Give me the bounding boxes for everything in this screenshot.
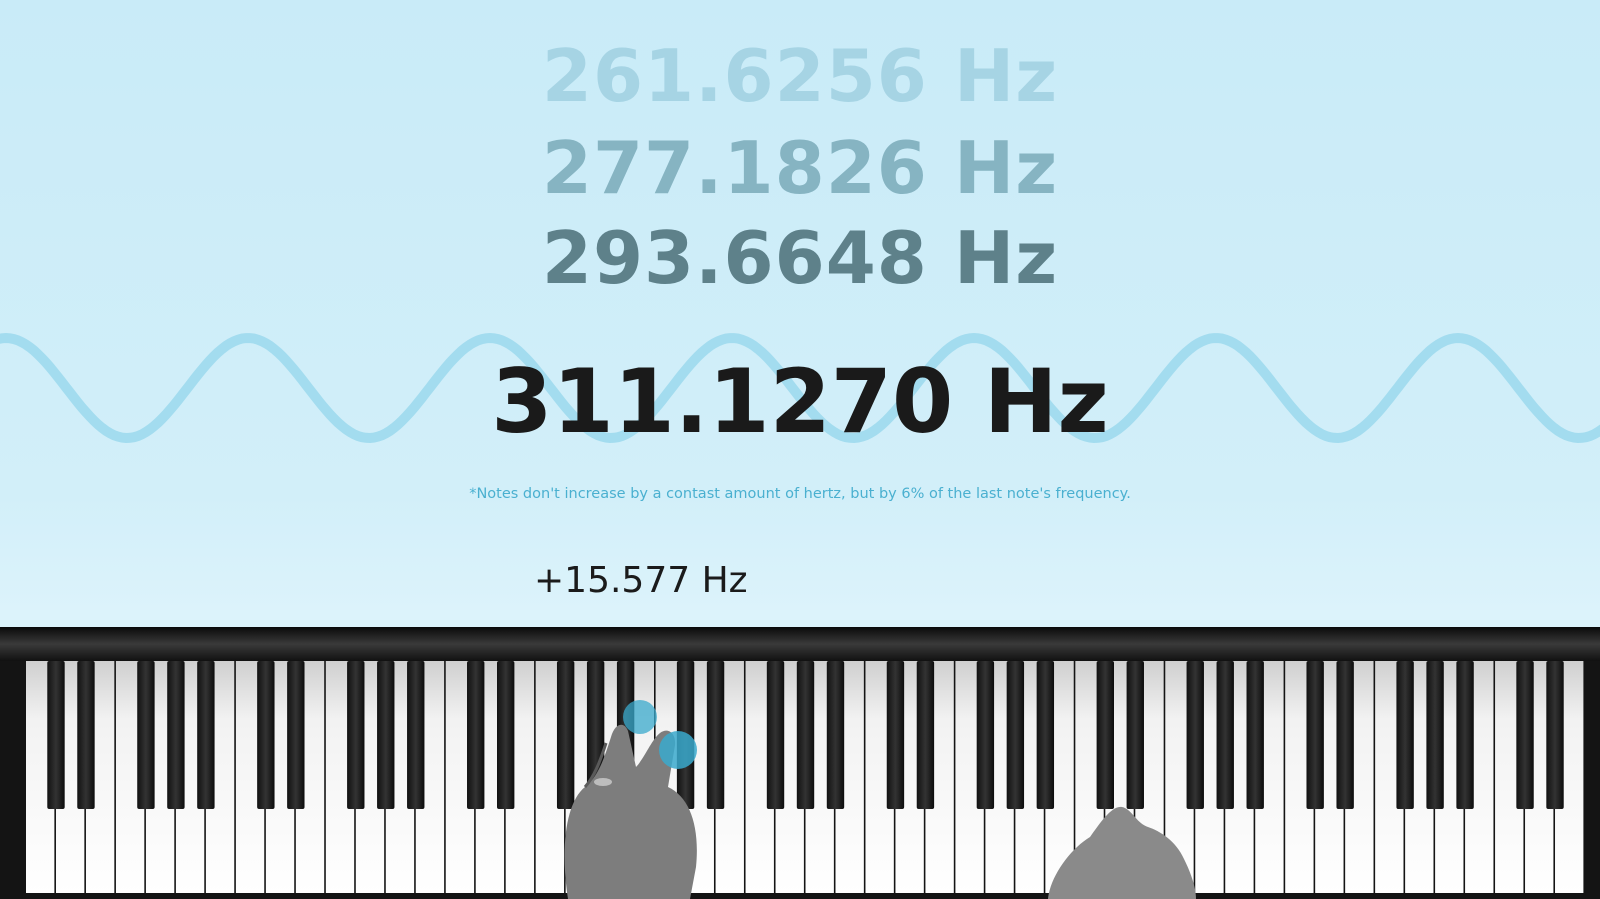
frequency-csharp4: 277.1826 Hz: [541, 126, 1059, 210]
black-key: [1036, 661, 1055, 809]
black-key: [1546, 661, 1564, 809]
frequency-increment: +15.577 Hz: [534, 560, 748, 601]
black-key: [1516, 661, 1534, 809]
black-key: [1396, 661, 1414, 809]
current-frequency: 311.1270 Hz: [491, 350, 1109, 453]
piano-keyboard-image: [0, 627, 1600, 899]
black-key: [976, 661, 995, 809]
black-key: [1306, 661, 1324, 809]
black-key: [497, 661, 515, 809]
black-key: [1126, 661, 1144, 809]
black-key: [1246, 661, 1264, 809]
black-key: [467, 661, 485, 809]
black-key: [47, 661, 65, 809]
footnote: *Notes don't increase by a contast amoun…: [469, 486, 1131, 502]
black-key: [287, 661, 305, 809]
black-key: [257, 661, 275, 809]
black-key: [167, 661, 185, 809]
black-key: [1336, 661, 1354, 809]
black-key: [1456, 661, 1474, 809]
frequency-c4: 261.6256 Hz: [541, 34, 1059, 118]
black-key: [1006, 661, 1025, 809]
black-key: [556, 661, 575, 809]
black-key: [1186, 661, 1204, 809]
black-key: [197, 661, 215, 809]
black-key: [886, 661, 905, 809]
black-key: [407, 661, 425, 809]
frequency-d4: 293.6648 Hz: [541, 216, 1059, 300]
black-key: [377, 661, 395, 809]
black-key: [766, 661, 785, 809]
black-key: [916, 661, 935, 809]
black-key: [1426, 661, 1444, 809]
black-key: [137, 661, 155, 809]
black-key: [77, 661, 95, 809]
black-key: [347, 661, 365, 809]
finger-marker-icon: [623, 700, 657, 734]
black-key: [706, 661, 725, 809]
black-key: [1096, 661, 1114, 809]
black-key: [1216, 661, 1234, 809]
black-key: [796, 661, 815, 809]
finger-marker-icon: [659, 731, 697, 769]
black-key: [826, 661, 845, 809]
